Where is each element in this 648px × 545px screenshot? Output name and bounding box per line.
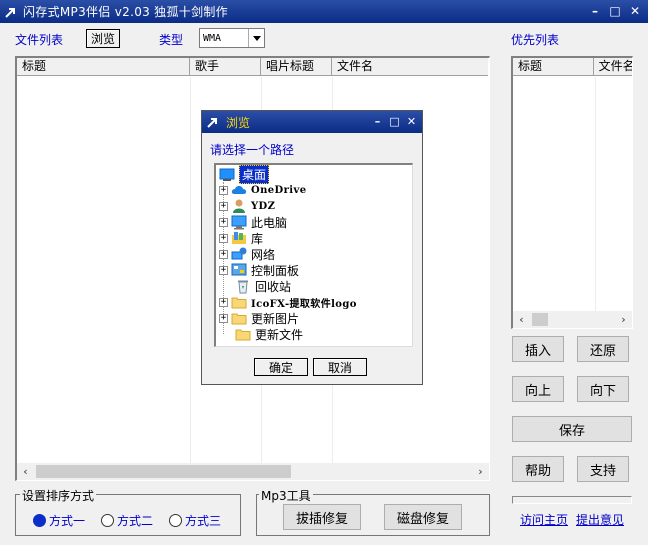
tree-item-this-pc[interactable]: + 此电脑 (219, 214, 287, 230)
app-icon (206, 115, 220, 129)
file-list-hscrollbar[interactable]: ‹ › (17, 463, 489, 480)
priority-list-hscrollbar[interactable]: ‹ › (513, 311, 632, 328)
scroll-right-icon[interactable]: › (615, 311, 632, 328)
dialog-prompt: 请选择一个路径 (210, 143, 295, 157)
expand-icon[interactable]: + (219, 185, 228, 195)
tree-item-ydz[interactable]: + YDZ (219, 198, 275, 214)
help-button[interactable]: 帮助 (512, 456, 564, 482)
maximize-icon[interactable]: □ (606, 3, 624, 19)
expand-icon[interactable]: + (219, 265, 228, 275)
expand-icon[interactable]: + (219, 313, 228, 323)
mp3-tools-title: Mp3工具 (259, 487, 313, 504)
recycle-bin-icon (235, 278, 251, 294)
dialog-title: 浏览 (226, 115, 251, 130)
expand-icon[interactable]: + (219, 217, 228, 227)
maximize-icon[interactable]: □ (387, 114, 402, 129)
radio-unchecked-icon[interactable] (169, 514, 182, 527)
tree-item-icofx[interactable]: + IcoFX-提取软件logo (219, 294, 357, 310)
user-icon (231, 198, 247, 214)
tree-item-desktop[interactable]: 桌面 (216, 164, 270, 184)
radio-checked-icon[interactable] (33, 514, 46, 527)
scroll-left-icon[interactable]: ‹ (17, 463, 34, 480)
priority-list-view[interactable]: 标题 文件名 ‹ › (511, 56, 633, 329)
column-header-album[interactable]: 唱片标题 (261, 58, 332, 76)
sort-option-1[interactable]: 方式一 (33, 512, 85, 529)
move-up-button[interactable]: 向上 (512, 376, 564, 402)
library-icon (231, 230, 247, 246)
column-header-title[interactable]: 标题 (17, 58, 190, 76)
tree-item-recycle-bin[interactable]: 回收站 (232, 278, 291, 294)
feedback-link[interactable]: 提出意见 (576, 511, 624, 528)
computer-icon (231, 214, 247, 230)
tree-item-update-files[interactable]: 更新文件 (232, 326, 303, 342)
expand-icon[interactable]: + (219, 201, 228, 211)
folder-tree[interactable]: 桌面 + OneDrive + YDZ + 此电脑 + 库 + 网络 + 控制面… (214, 163, 413, 347)
title-bar: 闪存式MP3伴侣 v2.03 独孤十剑制作 – □ ✕ (0, 0, 648, 23)
expand-icon[interactable]: + (219, 297, 228, 307)
folder-icon (235, 326, 251, 342)
cancel-button[interactable]: 取消 (313, 358, 367, 376)
scroll-right-icon[interactable]: › (472, 463, 489, 480)
priority-column-title[interactable]: 标题 (513, 58, 594, 76)
tree-item-control-panel[interactable]: + 控制面板 (219, 262, 299, 278)
desktop-icon (219, 166, 235, 182)
expand-icon[interactable]: + (219, 233, 228, 243)
network-icon (231, 246, 247, 262)
close-icon[interactable]: ✕ (404, 114, 419, 129)
control-panel-icon (231, 262, 247, 278)
main-window: 闪存式MP3伴侣 v2.03 独孤十剑制作 – □ ✕ 文件列表 浏览 类型 W… (0, 0, 648, 545)
sort-group-title: 设置排序方式 (20, 487, 97, 504)
minimize-icon[interactable]: – (370, 114, 385, 129)
column-header-filename[interactable]: 文件名 (332, 58, 488, 76)
homepage-link[interactable]: 访问主页 (520, 511, 568, 528)
priority-column-filename[interactable]: 文件名 (594, 58, 632, 76)
tree-item-library[interactable]: + 库 (219, 230, 263, 246)
scroll-left-icon[interactable]: ‹ (513, 311, 530, 328)
tree-item-network[interactable]: + 网络 (219, 246, 275, 262)
file-list-label: 文件列表 (15, 33, 64, 47)
mp3-tools-group: Mp3工具 拔插修复 磁盘修复 (256, 487, 490, 536)
sort-option-2[interactable]: 方式二 (101, 512, 153, 529)
sort-option-3[interactable]: 方式三 (169, 512, 221, 529)
type-select-value: WMA (203, 32, 222, 44)
insert-button[interactable]: 插入 (512, 336, 564, 362)
folder-icon (231, 310, 247, 326)
sort-group: 设置排序方式 方式一 方式二 方式三 (15, 487, 241, 536)
browse-dialog: 浏览 – □ ✕ 请选择一个路径 桌面 + OneDrive + YDZ + 此… (201, 110, 423, 385)
window-title: 闪存式MP3伴侣 v2.03 独孤十剑制作 (23, 5, 228, 19)
support-button[interactable]: 支持 (577, 456, 629, 482)
folder-icon (231, 294, 247, 310)
type-label: 类型 (159, 33, 184, 47)
restore-button[interactable]: 还原 (577, 336, 629, 362)
minimize-icon[interactable]: – (586, 3, 604, 19)
priority-list-header: 标题 文件名 (513, 58, 632, 76)
scroll-thumb[interactable] (36, 465, 291, 478)
chevron-down-icon[interactable] (248, 29, 264, 47)
save-button[interactable]: 保存 (512, 416, 632, 442)
priority-list-label: 优先列表 (511, 33, 560, 47)
hotplug-repair-button[interactable]: 拔插修复 (283, 504, 361, 530)
move-down-button[interactable]: 向下 (577, 376, 629, 402)
tree-item-update-images[interactable]: + 更新图片 (219, 310, 299, 326)
close-icon[interactable]: ✕ (626, 3, 644, 19)
radio-unchecked-icon[interactable] (101, 514, 114, 527)
app-icon (3, 4, 19, 20)
column-header-artist[interactable]: 歌手 (190, 58, 261, 76)
disk-repair-button[interactable]: 磁盘修复 (384, 504, 462, 530)
tree-item-onedrive[interactable]: + OneDrive (219, 182, 306, 198)
scroll-thumb[interactable] (532, 313, 548, 326)
progress-bar (512, 496, 632, 504)
expand-icon[interactable]: + (219, 249, 228, 259)
dialog-title-bar: 浏览 – □ ✕ (202, 111, 422, 133)
file-list-header: 标题 歌手 唱片标题 文件名 (17, 58, 488, 76)
cloud-icon (231, 182, 247, 198)
ok-button[interactable]: 确定 (254, 358, 308, 376)
type-select[interactable]: WMA (199, 28, 265, 48)
browse-button[interactable]: 浏览 (86, 29, 120, 48)
